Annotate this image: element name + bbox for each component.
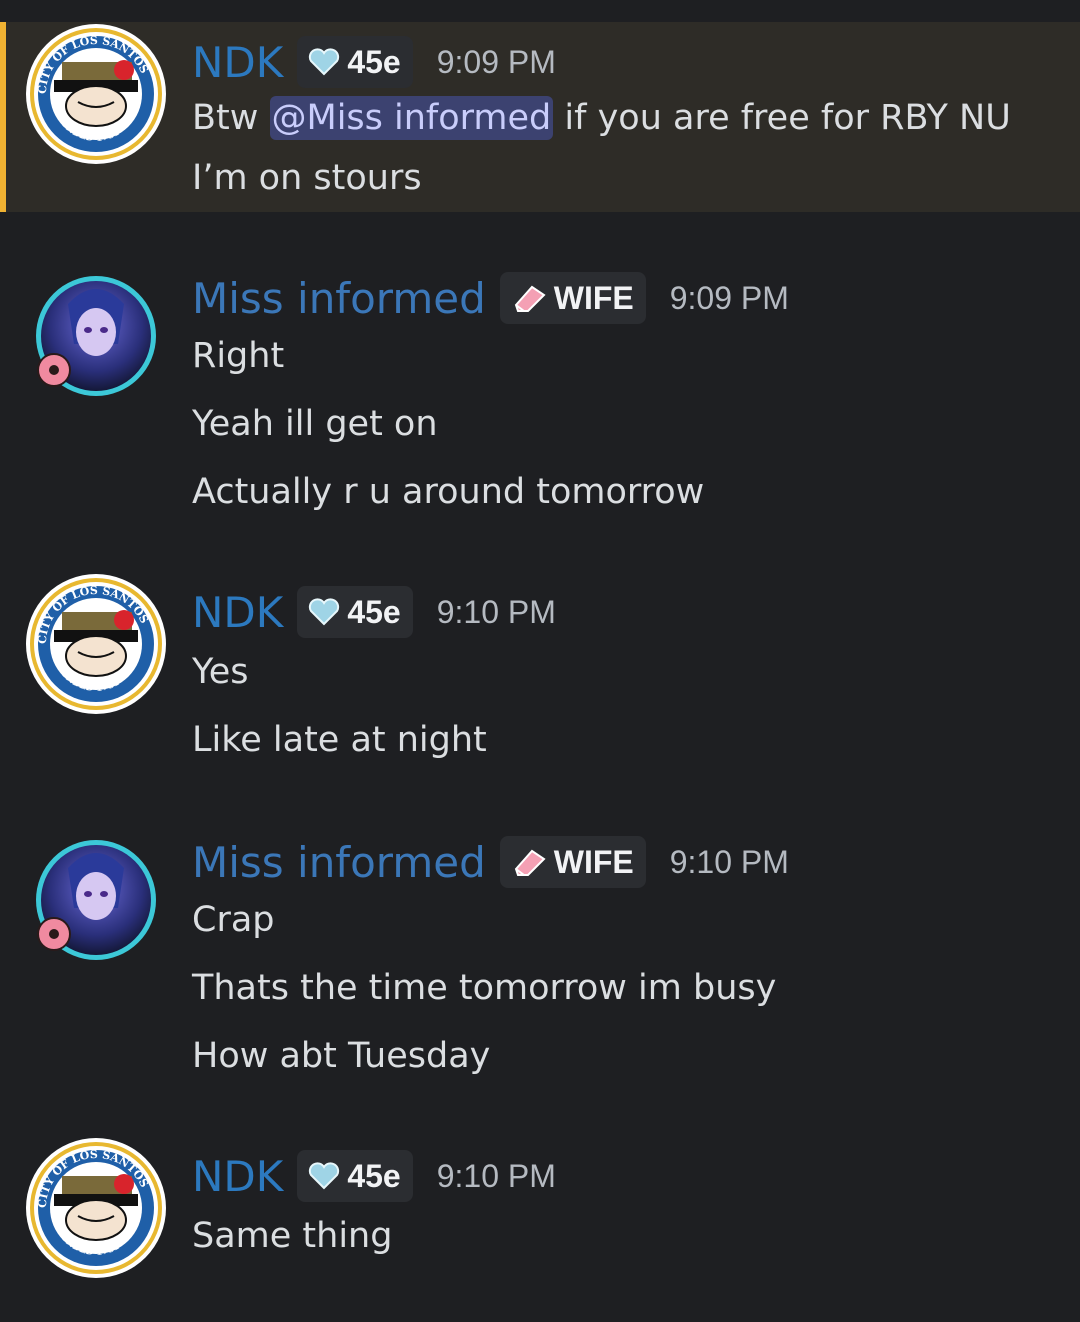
message-text: Actually r u around tomorrow — [192, 472, 705, 512]
message-text: Crap — [192, 900, 275, 940]
message-text: Yes — [192, 652, 249, 692]
user-tag-label: WIFE — [553, 279, 634, 316]
message-header: NDK 45e 9:09 PM — [192, 36, 556, 88]
message-text-prefix: Btw — [192, 98, 270, 138]
heart-icon — [309, 1162, 340, 1190]
user-mention-miss-informed[interactable]: @Miss informed — [269, 96, 554, 140]
username-ndk[interactable]: NDK — [192, 38, 283, 87]
user-tag-badge[interactable]: 45e — [297, 36, 413, 88]
eraser-icon — [514, 849, 546, 876]
miss-informed-avatar[interactable] — [24, 264, 168, 408]
message-header: Miss informed WIFE 9:09 PM — [192, 272, 789, 324]
message-timestamp: 9:10 PM — [436, 593, 556, 630]
user-tag-label: 45e — [347, 593, 401, 630]
ndk-avatar[interactable]: CITY OF LOS SANTOS FOUNDED 1781 — [24, 22, 168, 166]
username-miss-informed[interactable]: Miss informed — [192, 274, 486, 323]
message-group-ndk-1: CITY OF LOS SANTOS FOUNDED 1781 NDK 45e … — [0, 22, 1080, 212]
username-ndk[interactable]: NDK — [192, 588, 283, 637]
eraser-icon — [514, 285, 546, 312]
miss-informed-avatar[interactable] — [24, 828, 168, 972]
message-header: Miss informed WIFE 9:10 PM — [192, 836, 789, 888]
username-miss-informed[interactable]: Miss informed — [192, 838, 486, 887]
message-text: Yeah ill get on — [192, 404, 438, 444]
message-header: NDK 45e 9:10 PM — [192, 1150, 556, 1202]
heart-icon — [309, 598, 340, 626]
message-text: Right — [192, 336, 285, 376]
message-group-ndk-2: CITY OF LOS SANTOS FOUNDED 1781 NDK 45e … — [0, 572, 1080, 772]
message-header: NDK 45e 9:10 PM — [192, 586, 556, 638]
message-text: Btw @Miss informed if you are free for R… — [192, 96, 1011, 140]
message-timestamp: 9:09 PM — [669, 279, 789, 316]
user-tag-label: 45e — [347, 1157, 401, 1194]
user-tag-badge[interactable]: WIFE — [499, 836, 646, 888]
heart-icon — [309, 48, 340, 76]
message-text: How abt Tuesday — [192, 1036, 491, 1076]
user-tag-badge[interactable]: 45e — [297, 1150, 413, 1202]
username-ndk[interactable]: NDK — [192, 1152, 283, 1201]
message-text: I’m on stours — [192, 158, 422, 198]
message-text: Like late at night — [192, 720, 487, 760]
message-text-suffix: if you are free for RBY NU — [553, 98, 1011, 138]
message-timestamp: 9:10 PM — [669, 843, 789, 880]
message-timestamp: 9:10 PM — [436, 1157, 556, 1194]
message-text: Thats the time tomorrow im busy — [192, 968, 777, 1008]
message-group-miss-1: Miss informed WIFE 9:09 PM Right Yeah il… — [0, 260, 1080, 520]
user-tag-label: WIFE — [553, 843, 634, 880]
message-text: Same thing — [192, 1216, 393, 1256]
message-timestamp: 9:09 PM — [436, 43, 556, 80]
user-tag-badge[interactable]: WIFE — [499, 272, 646, 324]
ndk-avatar[interactable]: CITY OF LOS SANTOS FOUNDED 1781 — [24, 572, 168, 716]
ndk-avatar[interactable]: CITY OF LOS SANTOS FOUNDED 1781 — [24, 1136, 168, 1280]
message-group-miss-2: Miss informed WIFE 9:10 PM Crap Thats th… — [0, 824, 1080, 1084]
user-tag-badge[interactable]: 45e — [297, 586, 413, 638]
message-group-ndk-3: CITY OF LOS SANTOS FOUNDED 1781 NDK 45e … — [0, 1136, 1080, 1286]
user-tag-label: 45e — [347, 43, 401, 80]
